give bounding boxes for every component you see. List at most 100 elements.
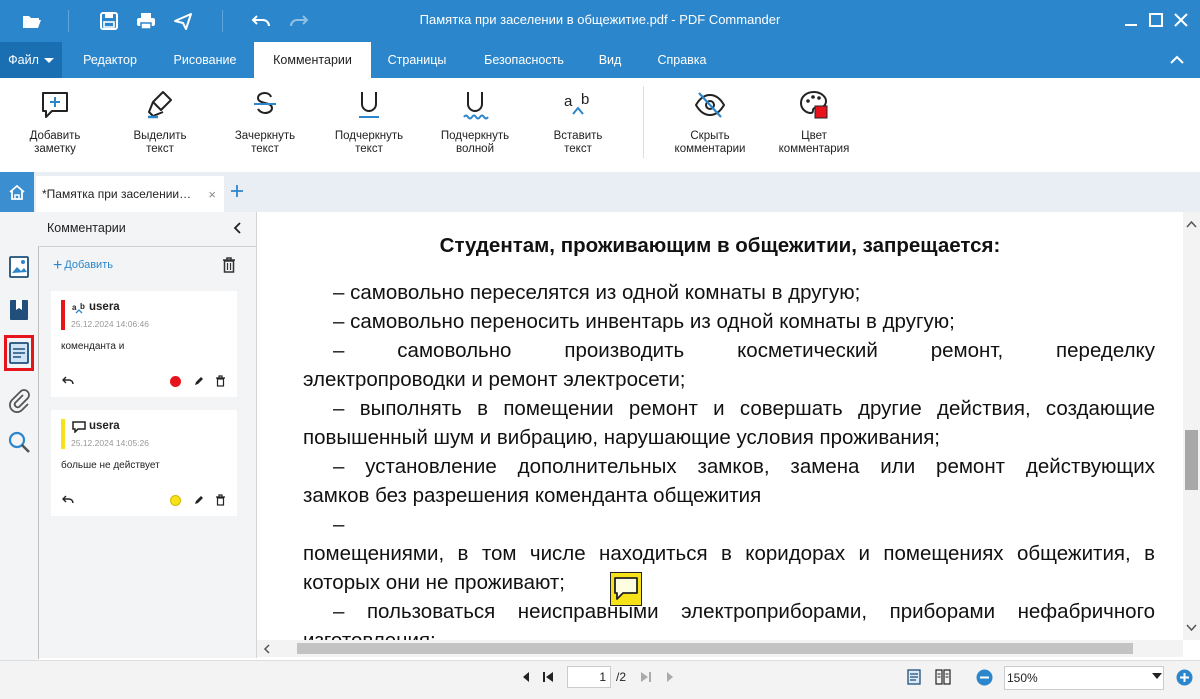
eye-off-icon — [694, 92, 726, 118]
file-menu-label: Файл — [8, 53, 39, 67]
tab-editor[interactable]: Редактор — [70, 42, 150, 78]
highlight-text-button[interactable]: Выделить текст — [118, 88, 202, 156]
chevron-down-icon[interactable] — [1152, 672, 1162, 680]
comment-text: больше не действует — [61, 460, 160, 471]
sticky-note-icon[interactable] — [610, 572, 642, 606]
pencil-icon[interactable] — [193, 494, 204, 506]
comment-card[interactable]: usera 25.12.2024 14:05:26 больше не дейс… — [51, 410, 237, 516]
title-bar: Памятка при заселении в общежитие.pdf - … — [0, 0, 1200, 42]
document-line: – самовольно переселятся из одной комнат… — [333, 281, 861, 304]
document-line: замков без разрешения коменданта общежит… — [303, 484, 762, 507]
attachment-icon[interactable] — [6, 387, 32, 413]
minimize-icon[interactable] — [1120, 9, 1142, 31]
tab-view[interactable]: Вид — [590, 42, 630, 78]
document-tab-bar: *Памятка при заселении… × — [0, 172, 1200, 212]
document-line: – самовольно переносить инвентарь из одн… — [333, 310, 955, 333]
page-thumbnails-icon[interactable] — [6, 254, 32, 280]
underline-button[interactable]: Подчеркнуть текст — [324, 88, 414, 156]
comments-panel: Комментарии + Добавить ab usera 25.12.202… — [38, 212, 257, 659]
maximize-icon[interactable] — [1145, 9, 1167, 31]
comment-text: коменданта и — [61, 341, 125, 352]
underline-icon — [359, 92, 379, 118]
hide-comments-label-2: комментарии — [674, 143, 746, 155]
trash-icon[interactable] — [215, 375, 226, 387]
comments-list: + Добавить ab usera 25.12.2024 14:06:46 к… — [38, 246, 257, 659]
ribbon-separator — [643, 86, 644, 158]
close-icon[interactable] — [1170, 9, 1192, 31]
hide-comments-label-1: Скрыть — [690, 130, 730, 142]
comments-panel-toggle[interactable] — [4, 335, 34, 371]
single-page-view-icon[interactable] — [906, 669, 922, 685]
scroll-down-icon[interactable] — [1186, 624, 1197, 632]
document-page[interactable]: Студентам, проживающим в общежитии, запр… — [257, 212, 1183, 640]
comments-list-icon — [9, 342, 29, 364]
tab-help[interactable]: Справка — [645, 42, 719, 78]
insert-text-label-1: Вставить — [553, 130, 603, 142]
first-page-icon[interactable] — [541, 670, 555, 684]
scroll-left-icon[interactable] — [263, 644, 271, 654]
note-icon — [72, 421, 86, 433]
add-comment-label: Добавить — [64, 259, 113, 271]
file-menu-button[interactable]: Файл — [0, 42, 62, 78]
tab-drawing[interactable]: Рисование — [162, 42, 248, 78]
page-total: /2 — [616, 670, 627, 684]
trash-icon[interactable] — [215, 494, 226, 506]
svg-text:b: b — [80, 302, 85, 311]
comment-card[interactable]: ab usera 25.12.2024 14:06:46 коменданта … — [51, 291, 237, 397]
zoom-select[interactable]: 150% — [1004, 666, 1164, 690]
search-icon[interactable] — [6, 429, 32, 455]
strikethrough-label-1: Зачеркнуть — [234, 130, 296, 142]
comment-color-bar — [61, 300, 65, 330]
home-icon — [9, 184, 25, 200]
vertical-scrollbar[interactable] — [1183, 212, 1200, 640]
document-tab[interactable]: *Памятка при заселении… × — [36, 176, 224, 212]
comment-color-label-2: комментария — [778, 143, 850, 155]
chevron-up-icon[interactable] — [1168, 51, 1186, 69]
pencil-icon[interactable] — [193, 375, 204, 387]
document-viewer[interactable]: Студентам, проживающим в общежитии, запр… — [257, 212, 1200, 660]
close-tab-icon[interactable]: × — [208, 187, 216, 202]
comment-color-dot[interactable] — [170, 495, 181, 506]
two-page-view-icon[interactable] — [935, 669, 951, 685]
add-note-button[interactable]: Добавить заметку — [14, 88, 96, 156]
page-number-input[interactable]: 1 — [567, 666, 611, 688]
trash-icon[interactable] — [221, 256, 237, 274]
horizontal-scrollbar[interactable] — [257, 640, 1183, 657]
comment-date: 25.12.2024 14:05:26 — [71, 438, 149, 448]
chevron-left-icon[interactable] — [232, 222, 244, 234]
last-page-icon[interactable] — [639, 670, 653, 684]
bookmarks-icon[interactable] — [6, 297, 32, 323]
wavy-label-2: волной — [455, 143, 494, 155]
zoom-out-icon[interactable] — [976, 669, 993, 686]
tab-pages[interactable]: Страницы — [375, 42, 459, 78]
next-page-icon[interactable] — [663, 670, 677, 684]
reply-icon[interactable] — [61, 493, 75, 505]
add-tab-icon[interactable] — [229, 183, 245, 199]
document-line: – — [333, 513, 345, 536]
tab-security[interactable]: Безопасность — [469, 42, 579, 78]
comment-color-button[interactable]: Цвет комментария — [764, 88, 864, 156]
insert-text-label-2: текст — [564, 143, 592, 155]
status-bar: 1 /2 150% — [0, 660, 1200, 699]
document-line: – установление дополнительных замков, за… — [333, 455, 1155, 478]
hide-comments-button[interactable]: Скрыть комментарии — [660, 88, 760, 156]
tab-comments[interactable]: Комментарии — [254, 42, 371, 78]
horizontal-scroll-thumb[interactable] — [297, 643, 1133, 654]
wavy-label-1: Подчеркнуть — [440, 130, 510, 142]
comments-panel-title: Комментарии — [47, 221, 126, 235]
home-tab[interactable] — [0, 172, 34, 212]
insert-text-button[interactable]: ab Вставить текст — [540, 88, 616, 156]
reply-icon[interactable] — [61, 374, 75, 386]
vertical-scroll-thumb[interactable] — [1185, 430, 1198, 490]
comment-date: 25.12.2024 14:06:46 — [71, 319, 149, 329]
zoom-in-icon[interactable] — [1176, 669, 1193, 686]
comment-color-dot[interactable] — [170, 376, 181, 387]
svg-text:a: a — [72, 303, 77, 312]
wavy-underline-button[interactable]: Подчеркнуть волной — [430, 88, 520, 156]
previous-page-icon[interactable] — [519, 670, 533, 684]
strikethrough-label-2: текст — [251, 143, 279, 155]
window-title: Памятка при заселении в общежитие.pdf - … — [419, 12, 781, 27]
scroll-up-icon[interactable] — [1186, 220, 1197, 228]
add-comment-button[interactable]: + Добавить — [53, 257, 113, 275]
strikethrough-button[interactable]: Зачеркнуть текст — [220, 88, 310, 156]
